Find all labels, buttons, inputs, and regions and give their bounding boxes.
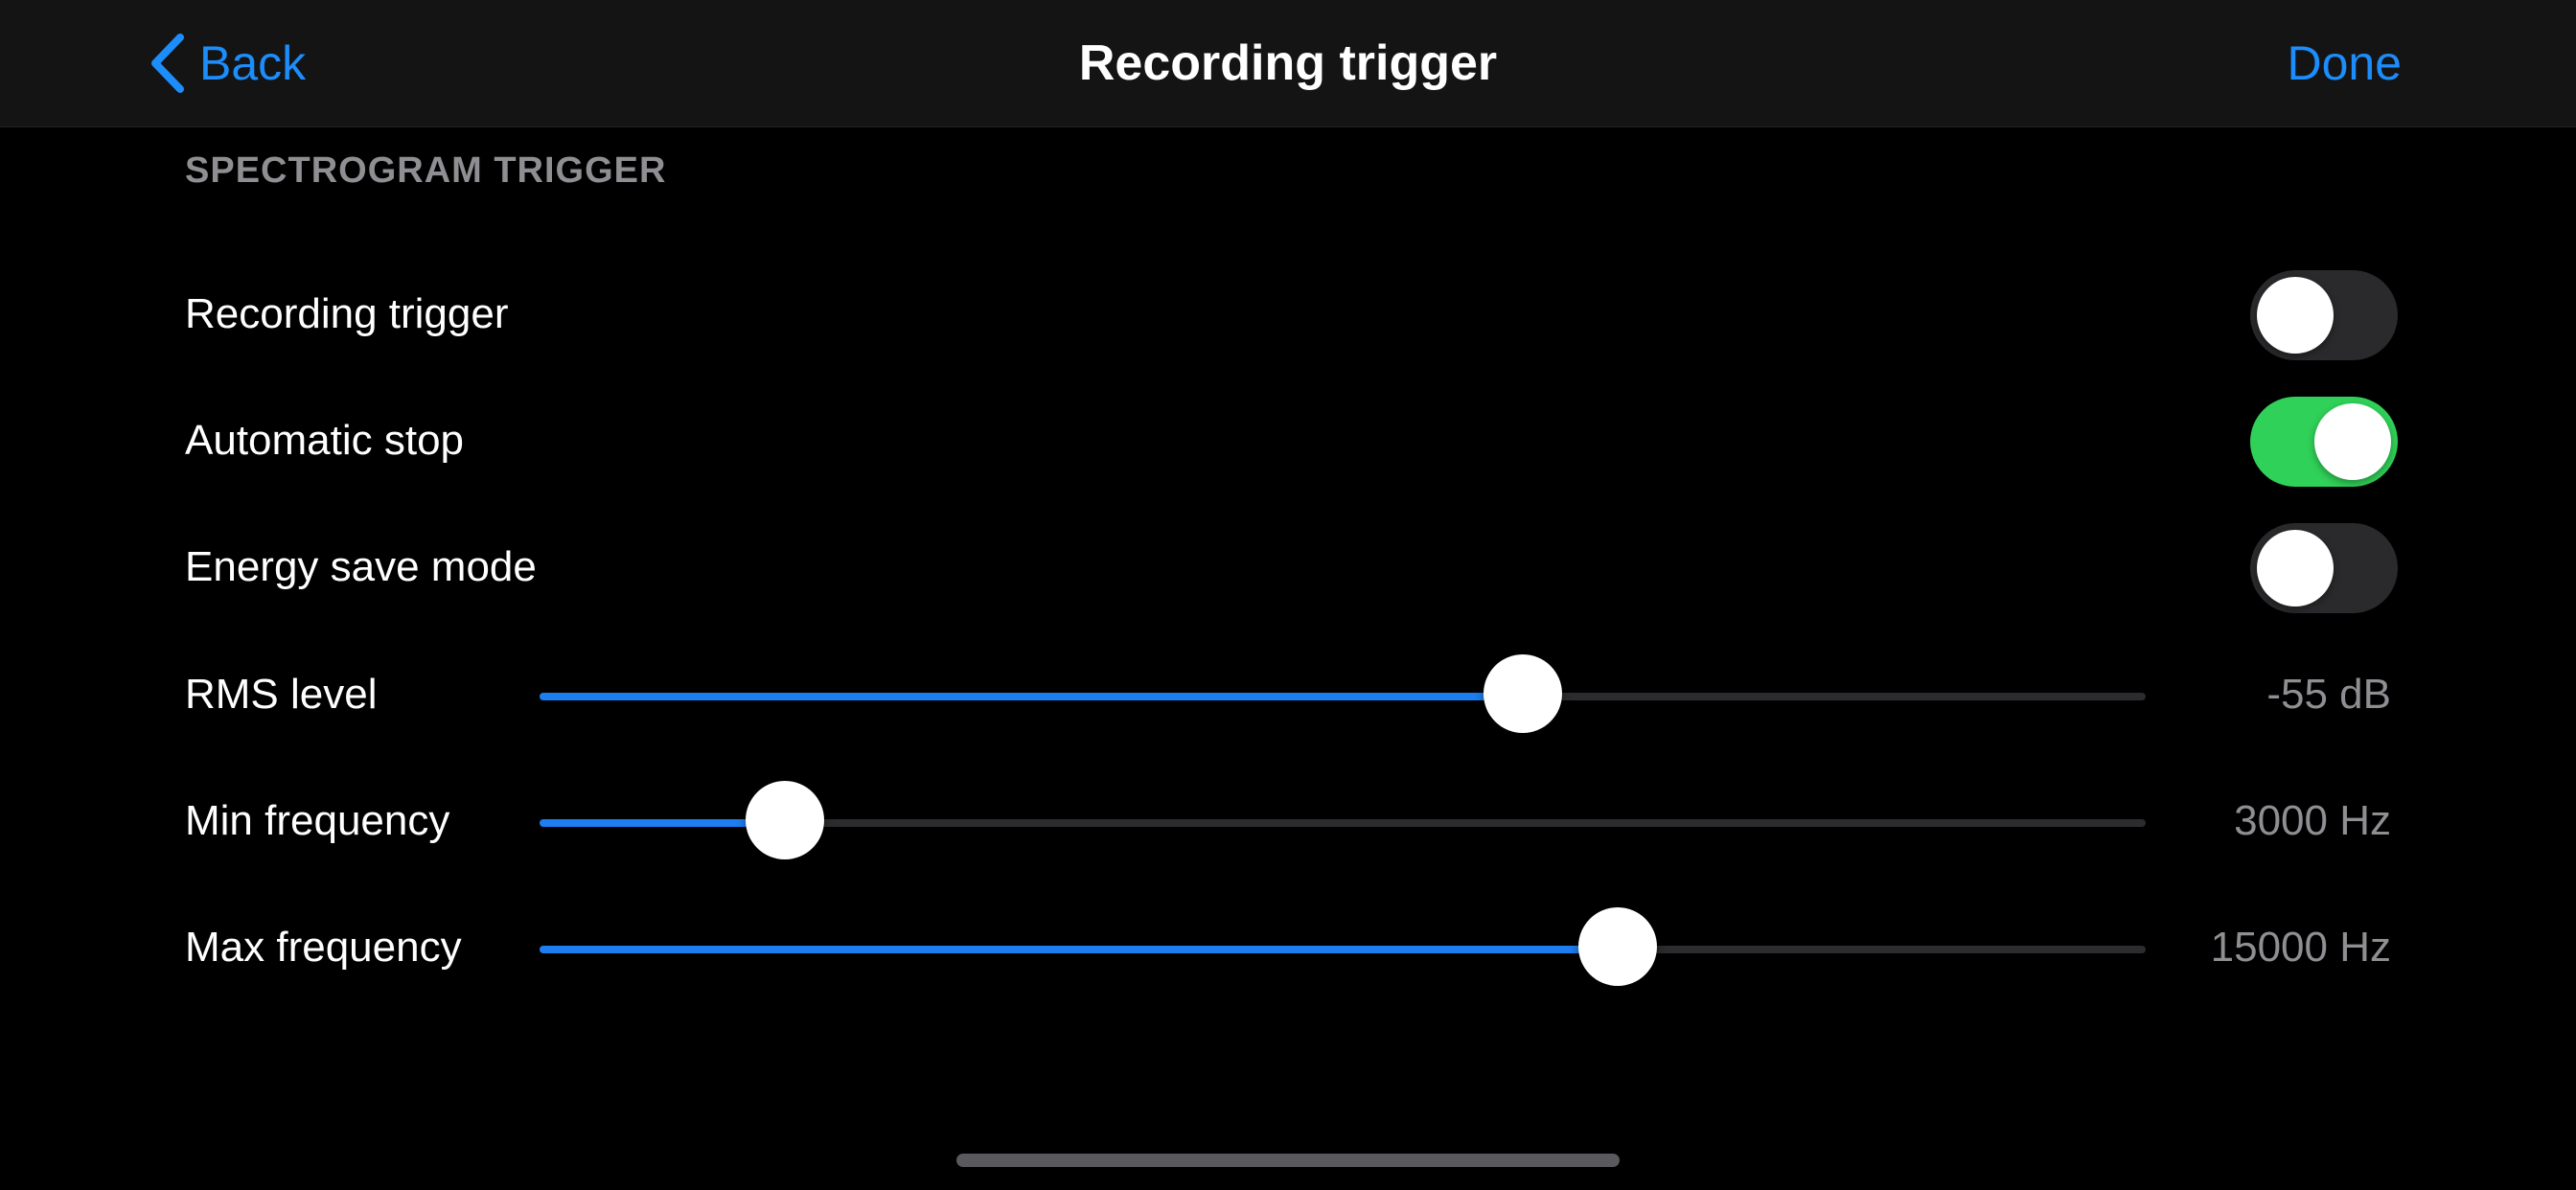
rms-level-slider[interactable]: [540, 654, 2146, 733]
recording-trigger-toggle[interactable]: [2250, 270, 2398, 360]
toggle-knob: [2314, 403, 2391, 480]
page-title: Recording trigger: [1078, 35, 1498, 91]
min-frequency-label: Min frequency: [185, 797, 450, 844]
rms-level-label: RMS level: [185, 671, 378, 718]
toggle-knob: [2257, 277, 2334, 354]
min-frequency-slider[interactable]: [540, 781, 2146, 859]
slider-fill: [540, 946, 1618, 953]
max-frequency-value: 15000 Hz: [2210, 924, 2391, 971]
slider-fill: [540, 693, 1523, 700]
slider-thumb[interactable]: [1577, 907, 1657, 986]
energy-save-mode-toggle[interactable]: [2250, 523, 2398, 613]
slider-thumb[interactable]: [746, 781, 825, 859]
recording-trigger-label: Recording trigger: [185, 290, 509, 337]
max-frequency-label: Max frequency: [185, 924, 462, 971]
energy-save-mode-label: Energy save mode: [185, 543, 537, 590]
max-frequency-slider[interactable]: [540, 907, 2146, 986]
navigation-bar: Back Recording trigger Done: [0, 0, 2576, 127]
min-frequency-value: 3000 Hz: [2234, 797, 2391, 844]
rms-level-value: -55 dB: [2266, 671, 2391, 718]
home-indicator: [956, 1154, 1620, 1167]
automatic-stop-toggle[interactable]: [2250, 397, 2398, 487]
done-button[interactable]: Done: [2287, 34, 2402, 92]
section-header: SPECTROGRAM TRIGGER: [185, 150, 667, 191]
toggle-knob: [2257, 530, 2334, 606]
automatic-stop-label: Automatic stop: [185, 417, 465, 464]
slider-thumb[interactable]: [1483, 654, 1562, 733]
